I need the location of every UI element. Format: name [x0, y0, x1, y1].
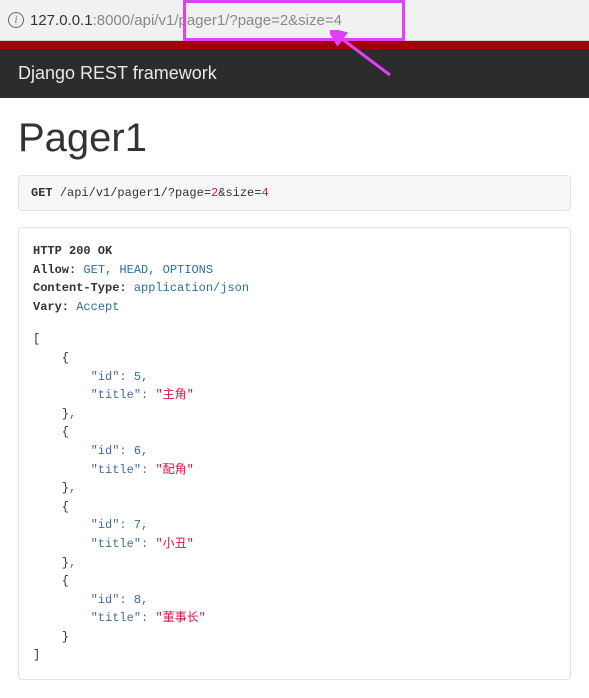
browser-address-bar[interactable]: i 127.0.0.1:8000/api/v1/pager1/?page=2&s… — [0, 0, 589, 41]
page-title: Pager1 — [18, 116, 571, 161]
request-path: /api/v1/pager1/?page= — [60, 186, 211, 200]
main-content: Pager1 GET /api/v1/pager1/?page=2&size=4… — [0, 98, 589, 698]
info-icon: i — [8, 12, 24, 28]
header-vary: Vary: Accept — [33, 298, 556, 317]
drf-brand[interactable]: Django REST framework — [18, 63, 217, 83]
request-bar: GET /api/v1/pager1/?page=2&size=4 — [18, 175, 571, 211]
response-box: HTTP 200 OK Allow: GET, HEAD, OPTIONS Co… — [18, 227, 571, 680]
header-allow: Allow: GET, HEAD, OPTIONS — [33, 261, 556, 280]
http-method: GET — [31, 186, 53, 200]
status-line: HTTP 200 OK — [33, 242, 556, 261]
header-content-type: Content-Type: application/json — [33, 279, 556, 298]
drf-navbar: Django REST framework — [0, 49, 589, 98]
json-body: [ { "id": 5, "title": "主角" }, { "id": 6,… — [33, 330, 556, 665]
red-banner — [0, 41, 589, 49]
url-text: 127.0.0.1:8000/api/v1/pager1/?page=2&siz… — [30, 12, 342, 29]
